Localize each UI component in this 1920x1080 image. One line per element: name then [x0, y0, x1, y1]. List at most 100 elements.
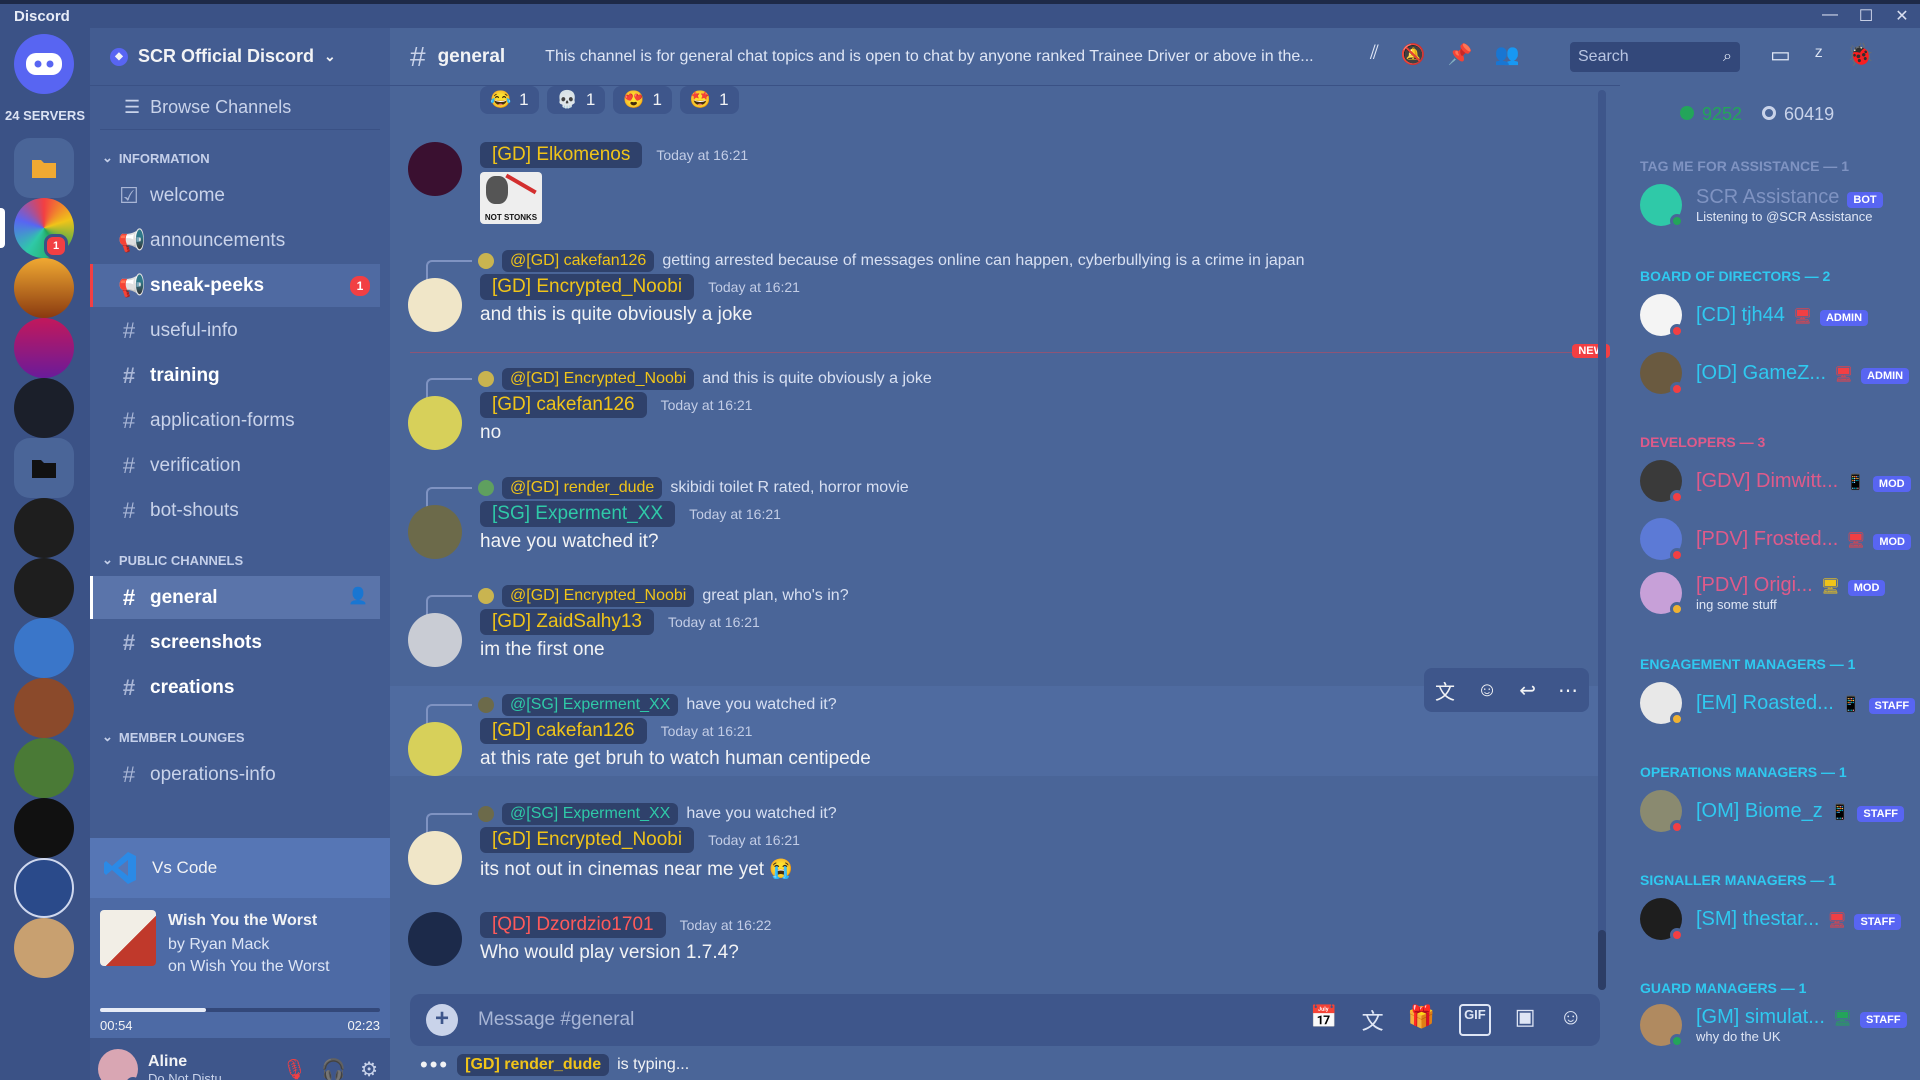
server-train-1[interactable] — [14, 498, 74, 558]
channel-verification[interactable]: # verification — [90, 444, 380, 487]
member-item[interactable]: [EM] Roasted... 📱 STAFF — [1640, 682, 1916, 726]
server-last[interactable] — [14, 918, 74, 978]
member-item[interactable]: [CD] tjh44 🖥 ADMIN — [1640, 294, 1869, 338]
message-author[interactable]: [GD] Elkomenos — [480, 142, 643, 168]
category-member-lounges[interactable]: ⌄ MEMBER LOUNGES — [90, 723, 390, 751]
channel-sneak-peeks[interactable]: 📢 sneak-peeks 1 — [90, 264, 380, 307]
server-train-2[interactable] — [14, 558, 74, 618]
message-scrollbar[interactable] — [1598, 90, 1606, 990]
reaction-chip[interactable]: 😂 1 — [480, 86, 539, 114]
channel-announcements[interactable]: 📢 announcements — [90, 219, 380, 262]
pin-icon[interactable]: 📌 — [1448, 42, 1473, 67]
channel-welcome[interactable]: ☑ welcome — [90, 174, 380, 217]
user-avatar[interactable] — [408, 722, 462, 776]
channel-application-forms[interactable]: # application-forms — [90, 399, 380, 442]
reply-reference[interactable]: @[GD] Encrypted_Noobi and this is quite o… — [426, 368, 932, 400]
track-album[interactable]: on Wish You the Worst — [168, 958, 330, 976]
user-avatar[interactable] — [408, 278, 462, 332]
member-list-icon[interactable]: 👥 — [1495, 42, 1520, 67]
server-green[interactable] — [14, 738, 74, 798]
attached-image[interactable]: NOT STONKS — [480, 172, 542, 224]
server-brown[interactable] — [14, 678, 74, 738]
emoji-icon[interactable]: ☺ — [1560, 1004, 1582, 1036]
server-papaindrus[interactable] — [14, 258, 74, 318]
reaction-chip[interactable]: 💀 1 — [546, 86, 606, 114]
message-author[interactable]: [GD] ZaidSalhy13 — [480, 609, 654, 635]
scrollbar-thumb[interactable] — [1598, 930, 1606, 990]
category-public-channels[interactable]: ⌄ PUBLIC CHANNELS — [90, 546, 390, 574]
reply-reference[interactable]: @[GD] render_dude skibidi toilet R rated,… — [426, 477, 909, 509]
message-author[interactable]: [GD] cakefan126 — [480, 392, 647, 418]
server-cartoon[interactable] — [14, 618, 74, 678]
minimize-button[interactable]: — — [1812, 6, 1848, 26]
user-avatar[interactable] — [408, 831, 462, 885]
gif-button[interactable]: GIF — [1459, 1004, 1491, 1036]
message-author[interactable]: [SG] Experment_XX — [480, 501, 676, 527]
reply-reference[interactable]: @[GD] cakefan126 getting arrested because… — [426, 250, 1304, 282]
server-scr-lounge[interactable] — [14, 318, 74, 378]
quests-icon[interactable]: ᶻ — [1815, 42, 1823, 68]
notification-muted-icon[interactable]: 🔕 — [1401, 42, 1426, 67]
browse-channels[interactable]: ☰ Browse Channels — [100, 86, 380, 130]
message-author[interactable]: [QD] Dzordzio1701 — [480, 912, 666, 938]
maximize-button[interactable]: ☐ — [1848, 6, 1884, 26]
user-avatar[interactable] — [408, 396, 462, 450]
user-info[interactable]: Aline Do Not Distu... — [148, 1053, 233, 1080]
message-author[interactable]: [GD] Encrypted_Noobi — [480, 274, 695, 300]
reaction-chip[interactable]: 🤩 1 — [679, 86, 739, 114]
sticker-icon[interactable]: ▣ — [1515, 1004, 1536, 1036]
user-avatar[interactable] — [408, 142, 462, 196]
member-item[interactable]: SCR Assistance BOT Listening to @SCR Assis… — [1640, 184, 1883, 228]
reply-reference[interactable]: @[SG] Experment_XX have you watched it? — [426, 803, 837, 835]
member-item[interactable]: [SM] thestar... 🖥 STAFF — [1640, 898, 1902, 942]
user-avatar[interactable] — [408, 613, 462, 667]
member-item[interactable]: [OD] GameZ... 🖥 ADMIN — [1640, 352, 1910, 396]
reaction-chip[interactable]: 😍 1 — [613, 86, 672, 114]
message-input[interactable]: Message #general — [478, 1009, 634, 1031]
category-information[interactable]: ⌄ INFORMATION — [90, 144, 390, 172]
channel-useful-info[interactable]: # useful-info — [90, 309, 380, 352]
user-avatar[interactable] — [98, 1049, 140, 1080]
guild-header[interactable]: ◆ SCR Official Discord ⌄ — [90, 28, 390, 86]
member-item[interactable]: [PDV] Frosted... 🖥 MOD — [1640, 518, 1911, 562]
channel-creations[interactable]: # creations — [90, 666, 380, 709]
gift-icon[interactable]: 🎁 — [1408, 1004, 1435, 1036]
server-dark[interactable] — [14, 798, 74, 858]
inbox-icon[interactable]: ▭ — [1770, 42, 1791, 68]
channel-training[interactable]: # training — [90, 354, 380, 397]
channel-topic[interactable]: This channel is for general chat topics … — [545, 48, 1345, 66]
track-artist[interactable]: by Ryan Mack — [168, 936, 269, 954]
channel-screenshots[interactable]: # screenshots — [90, 621, 380, 664]
reply-reference[interactable]: @[SG] Experment_XX have you watched it? — [426, 694, 837, 726]
calendar-icon[interactable]: 📅 — [1310, 1004, 1337, 1036]
search-box[interactable]: Search ⌕ — [1570, 42, 1740, 72]
channel-general[interactable]: # general 👤 — [90, 576, 380, 619]
server-folder-2[interactable] — [14, 438, 74, 498]
add-user-icon[interactable]: 👤 — [348, 586, 368, 606]
server-a[interactable] — [14, 858, 74, 918]
typing-user[interactable]: [GD] render_dude — [457, 1054, 610, 1076]
channel-operations-info[interactable]: # operations-info — [90, 753, 380, 796]
home-button[interactable] — [14, 34, 74, 94]
search-input[interactable]: Search — [1578, 48, 1629, 66]
headphones-icon[interactable]: 🎧 — [321, 1057, 346, 1080]
member-item[interactable]: [PDV] Origi... 🖥 MOD ing some stuff — [1640, 572, 1886, 616]
member-item[interactable]: [GM] simulat... 🖥 STAFF why do the UK — [1640, 1004, 1907, 1048]
settings-gear-icon[interactable]: ⚙ — [360, 1057, 378, 1080]
translate-icon[interactable]: 文 — [1362, 1004, 1384, 1036]
message-author[interactable]: [GD] Encrypted_Noobi — [480, 827, 695, 853]
bug-icon[interactable]: 🐞 — [1847, 42, 1874, 68]
member-item[interactable]: [OM] Biome_z 📱 STAFF — [1640, 790, 1905, 834]
channel-bot-shouts[interactable]: # bot-shouts — [90, 489, 380, 532]
mic-muted-icon[interactable]: 🎙 — [282, 1057, 307, 1080]
threads-icon[interactable]: ⫽ — [1370, 42, 1379, 67]
close-window-button[interactable]: ✕ — [1884, 6, 1920, 26]
message-author[interactable]: [GD] cakefan126 — [480, 718, 647, 744]
server-bo[interactable] — [14, 378, 74, 438]
member-item[interactable]: [GDV] Dimwitt... 📱 MOD — [1640, 460, 1911, 504]
attach-plus-icon[interactable]: + — [426, 1004, 458, 1036]
server-folder[interactable] — [14, 138, 74, 198]
activity-panel[interactable]: Vs Code — [90, 838, 390, 898]
user-avatar[interactable] — [408, 912, 462, 966]
user-avatar[interactable] — [408, 505, 462, 559]
